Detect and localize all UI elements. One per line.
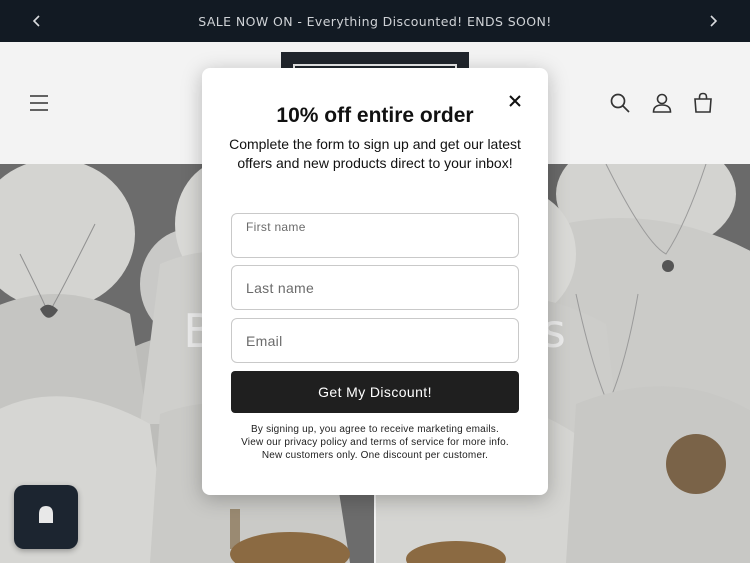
menu-icon[interactable]	[26, 90, 52, 116]
first-name-placeholder: First name	[246, 220, 306, 234]
last-name-field[interactable]: Last name	[231, 265, 519, 310]
legal-text: By signing up, you agree to receive mark…	[241, 424, 509, 461]
email-field[interactable]: Email	[231, 318, 519, 363]
chevron-right-icon[interactable]	[703, 11, 723, 31]
popup-title: 10% off entire order	[276, 104, 474, 127]
cart-icon[interactable]	[690, 90, 716, 116]
signup-popup: 10% off entire order Complete the form t…	[202, 68, 548, 495]
chevron-left-icon[interactable]	[27, 11, 47, 31]
account-icon[interactable]	[649, 90, 675, 116]
chat-button[interactable]	[14, 485, 78, 549]
get-discount-button[interactable]: Get My Discount!	[231, 371, 519, 413]
search-icon[interactable]	[607, 90, 633, 116]
last-name-placeholder: Last name	[246, 280, 315, 296]
announcement-text[interactable]: SALE NOW ON - Everything Discounted! END…	[198, 14, 551, 29]
email-placeholder: Email	[246, 333, 283, 349]
first-name-field[interactable]: First name	[231, 213, 519, 258]
announcement-bar: SALE NOW ON - Everything Discounted! END…	[0, 0, 750, 42]
chat-icon	[36, 504, 56, 531]
popup-subtitle: Complete the form to sign up and get our…	[229, 136, 521, 171]
